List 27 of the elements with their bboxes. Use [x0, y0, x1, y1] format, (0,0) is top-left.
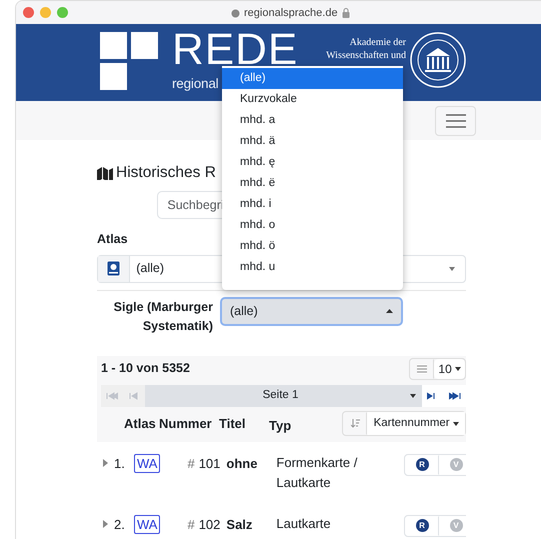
column-header: Titel	[219, 415, 246, 433]
column-header: Atlas	[124, 415, 157, 433]
atlas-tag: WA	[134, 454, 160, 473]
column-header: Typ	[269, 417, 292, 435]
map-type: Lautkarte	[276, 514, 332, 533]
row-index: 2.	[114, 516, 126, 534]
academy-text: Wissenschaften und	[326, 49, 406, 62]
row-index: 1.	[114, 454, 126, 473]
logo-subtext: regional	[172, 76, 218, 92]
map-title: Salz	[226, 516, 254, 534]
map-title: ohne	[226, 454, 258, 473]
select-value: (alle)	[136, 260, 164, 278]
field-label: Atlas	[97, 231, 128, 248]
result-count: 1 - 10 von 5352	[101, 360, 190, 378]
hash-sign: #	[187, 454, 195, 473]
page-title: Historisches R	[116, 163, 216, 184]
url-text: regionalsprache.de	[244, 6, 338, 21]
map-number: 101	[198, 454, 220, 473]
hash-sign: #	[187, 516, 195, 534]
academy-text: Akademie der	[348, 36, 406, 49]
field-label: Sigle (Marburger Systematik)	[112, 298, 213, 335]
select-value: (alle)	[230, 302, 258, 320]
map-number: 102	[198, 516, 220, 534]
column-header: Nummer	[159, 415, 213, 433]
atlas-tag: WA	[134, 514, 160, 534]
map-type: Formenkarte / Lautkarte	[276, 454, 358, 492]
logo-text: REDE	[172, 32, 298, 68]
